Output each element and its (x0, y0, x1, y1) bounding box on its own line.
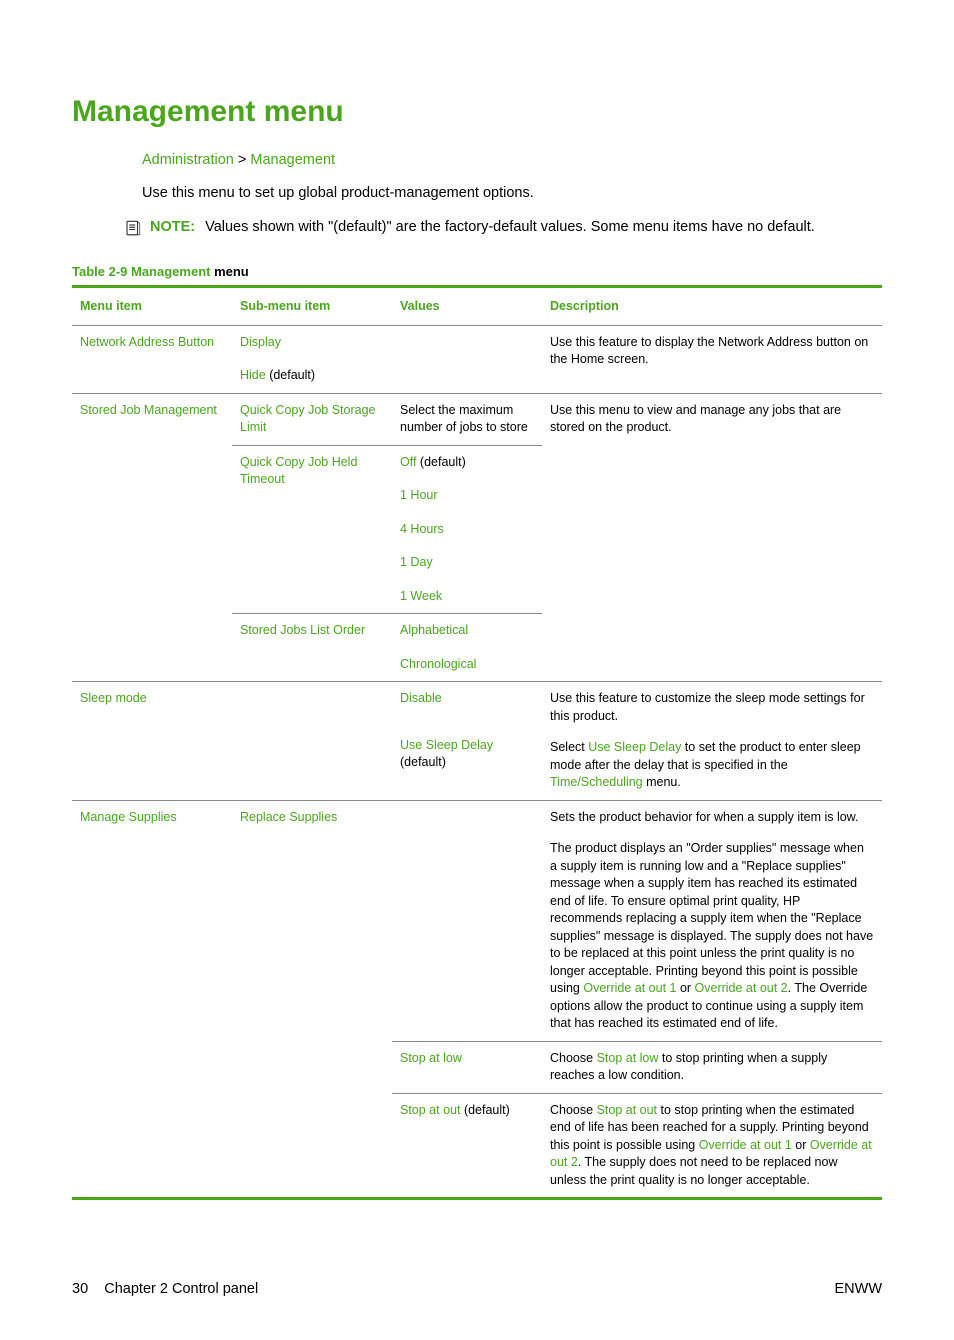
breadcrumb-sep: > (238, 152, 246, 168)
val-alphabetical: Alphabetical (400, 623, 468, 637)
th-sub-menu: Sub-menu item (232, 286, 392, 325)
note-block: NOTE: Values shown with "(default)" are t… (124, 218, 882, 244)
note-text: Values shown with "(default)" are the fa… (205, 219, 815, 235)
val-off: Off (400, 455, 416, 469)
menu-network-address: Network Address Button (80, 335, 214, 349)
menu-sleep-mode: Sleep mode (80, 691, 147, 705)
val-stop-at-out: Stop at out (400, 1103, 460, 1117)
intro-text: Use this menu to set up global product-m… (142, 184, 882, 204)
val-chronological: Chronological (400, 657, 476, 671)
sub-qc-storage-limit: Quick Copy Job Storage Limit (240, 403, 376, 435)
val-1week: 1 Week (400, 589, 442, 603)
val-1hour: 1 Hour (400, 488, 438, 502)
sub-display: Display (240, 335, 281, 349)
desc-supplies-1: Sets the product behavior for when a sup… (550, 809, 874, 827)
chapter-label: Chapter 2 Control panel (104, 1281, 258, 1297)
desc-stop-at-out: Choose Stop at out to stop printing when… (542, 1093, 882, 1199)
th-menu-item: Menu item (72, 286, 232, 325)
sub-stored-list-order: Stored Jobs List Order (240, 623, 365, 637)
breadcrumb-admin: Administration (142, 152, 234, 168)
table-row: Stored Job Management Quick Copy Job Sto… (72, 393, 882, 445)
page-footer: 30 Chapter 2 Control panel ENWW (72, 1280, 882, 1300)
desc-sleep-2: Select Use Sleep Delay to set the produc… (550, 739, 874, 792)
desc-sleep-1: Use this feature to customize the sleep … (550, 690, 874, 725)
val-1day: 1 Day (400, 555, 433, 569)
sub-hide: Hide (240, 368, 266, 382)
breadcrumb: Administration > Management (142, 151, 882, 171)
th-values: Values (392, 286, 542, 325)
sub-qc-held-timeout: Quick Copy Job Held Timeout (240, 455, 357, 487)
val-4hours: 4 Hours (400, 522, 444, 536)
table-row: Network Address Button Display Use this … (72, 325, 882, 359)
desc-network-address: Use this feature to display the Network … (542, 325, 882, 393)
sub-replace-supplies: Replace Supplies (240, 810, 337, 824)
desc-stored-job: Use this menu to view and manage any job… (542, 393, 882, 682)
menu-stored-job: Stored Job Management (80, 403, 217, 417)
val-select-max: Select the maximum number of jobs to sto… (392, 393, 542, 445)
val-disable: Disable (400, 691, 442, 705)
table-row: Sleep mode Disable Use this feature to c… (72, 682, 882, 729)
val-use-sleep-delay: Use Sleep Delay (400, 738, 493, 752)
table-row: Manage Supplies Replace Supplies Sets th… (72, 800, 882, 1041)
desc-supplies-2: The product displays an "Order supplies"… (550, 840, 874, 1033)
menu-manage-supplies: Manage Supplies (80, 810, 177, 824)
footer-right: ENWW (834, 1280, 882, 1300)
page-number: 30 (72, 1281, 88, 1297)
breadcrumb-management: Management (250, 152, 335, 168)
desc-stop-at-low: Choose Stop at low to stop printing when… (542, 1041, 882, 1093)
page-title: Management menu (72, 92, 882, 133)
table-caption: Table 2-9 Management menu (72, 263, 882, 281)
management-table: Menu item Sub-menu item Values Descripti… (72, 285, 882, 1200)
val-stop-at-low: Stop at low (400, 1051, 462, 1065)
note-icon (124, 219, 144, 244)
th-description: Description (542, 286, 882, 325)
note-label: NOTE: (150, 219, 195, 235)
